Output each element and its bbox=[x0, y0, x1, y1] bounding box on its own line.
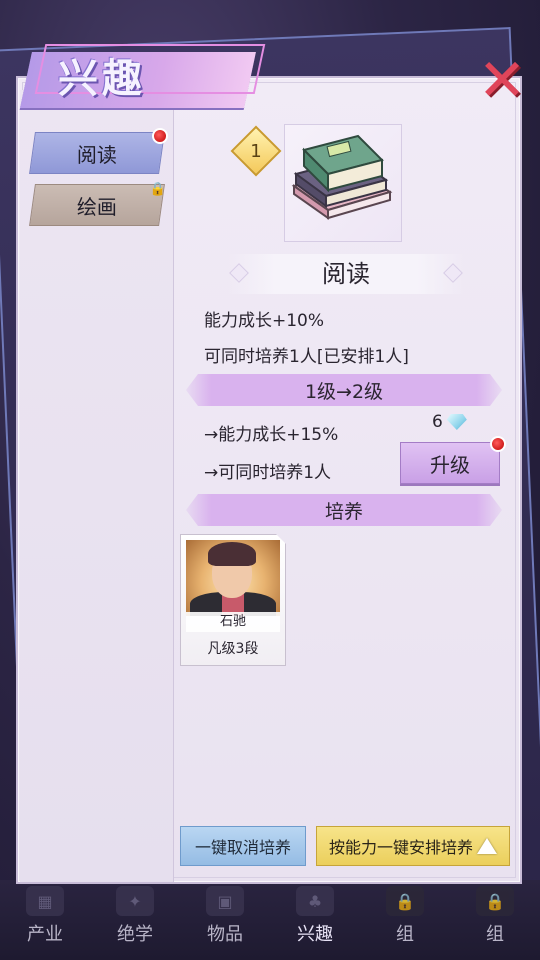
character-rank: 凡级3段 bbox=[207, 641, 259, 657]
sidebar-item-painting[interactable]: 绘画 bbox=[29, 184, 165, 226]
hobby-icon: ♣ bbox=[296, 886, 334, 916]
books-icon bbox=[291, 134, 393, 220]
items-icon: ▣ bbox=[206, 886, 244, 916]
tab-label: 组 bbox=[396, 924, 414, 945]
page-title: 兴趣 bbox=[58, 56, 146, 102]
button-label: 一键取消培养 bbox=[194, 838, 291, 857]
tab-label: 物品 bbox=[207, 924, 243, 945]
close-button[interactable]: ✕ bbox=[476, 46, 528, 114]
bottom-tab-bar: ▦ 产业 ✦ 绝学 ▣ 物品 ♣ 兴趣 🔒 组 🔒 组 bbox=[0, 880, 540, 960]
character-name: 石驰 bbox=[186, 612, 280, 632]
upgrade-cost: 6 bbox=[432, 412, 467, 432]
close-icon: ✕ bbox=[477, 46, 527, 114]
triangle-up-icon bbox=[477, 838, 497, 854]
tab-items[interactable]: ▣ 物品 bbox=[185, 886, 265, 946]
level-number: 1 bbox=[250, 140, 262, 162]
next-effect-capacity: →可同时培养1人 bbox=[204, 463, 332, 483]
character-portrait bbox=[186, 540, 280, 616]
cost-value: 6 bbox=[432, 412, 443, 432]
tab-skills[interactable]: ✦ 绝学 bbox=[95, 886, 175, 946]
button-label: 按能力一键安排培养 bbox=[328, 838, 473, 857]
sidebar-item-label: 绘画 bbox=[77, 194, 117, 219]
hobby-name: 阅读 bbox=[322, 260, 370, 288]
tab-label: 兴趣 bbox=[297, 924, 333, 945]
tab-group-locked[interactable]: 🔒 组 bbox=[365, 886, 445, 946]
lock-icon: 🔒 bbox=[386, 886, 424, 916]
sidebar-item-reading[interactable]: 阅读 bbox=[29, 132, 165, 174]
effect-growth: 能力成长+10% bbox=[204, 311, 325, 331]
sidebar-item-label: 阅读 bbox=[77, 142, 117, 167]
tab-hobby[interactable]: ♣ 兴趣 bbox=[275, 886, 355, 946]
upgrade-button-label: 升级 bbox=[430, 452, 470, 477]
auto-assign-training-button[interactable]: 按能力一键安排培养 bbox=[316, 826, 510, 866]
tab-label: 组 bbox=[486, 924, 504, 945]
notification-dot bbox=[152, 128, 168, 144]
lock-icon: 🔒 bbox=[149, 181, 167, 197]
lock-icon: 🔒 bbox=[476, 886, 514, 916]
upgrade-button[interactable]: 升级 bbox=[400, 442, 500, 484]
tab-industry[interactable]: ▦ 产业 bbox=[5, 886, 85, 946]
effect-capacity: 可同时培养1人[已安排1人] bbox=[204, 347, 409, 367]
next-effect-growth: →能力成长+15% bbox=[204, 425, 339, 445]
diamond-gem-icon bbox=[446, 414, 467, 430]
upgrade-header-text: 1级→2级 bbox=[304, 380, 384, 403]
tab-label: 绝学 bbox=[117, 924, 153, 945]
training-header: 培养 bbox=[186, 494, 502, 526]
training-header-text: 培养 bbox=[324, 500, 363, 523]
industry-icon: ▦ bbox=[26, 886, 64, 916]
tab-label: 产业 bbox=[27, 924, 63, 945]
upgrade-header: 1级→2级 bbox=[186, 374, 502, 406]
tab-group-locked-2[interactable]: 🔒 组 bbox=[455, 886, 535, 946]
notification-dot bbox=[490, 436, 506, 452]
cancel-all-training-button[interactable]: 一键取消培养 bbox=[180, 826, 306, 866]
character-hair bbox=[208, 542, 256, 566]
skills-icon: ✦ bbox=[116, 886, 154, 916]
